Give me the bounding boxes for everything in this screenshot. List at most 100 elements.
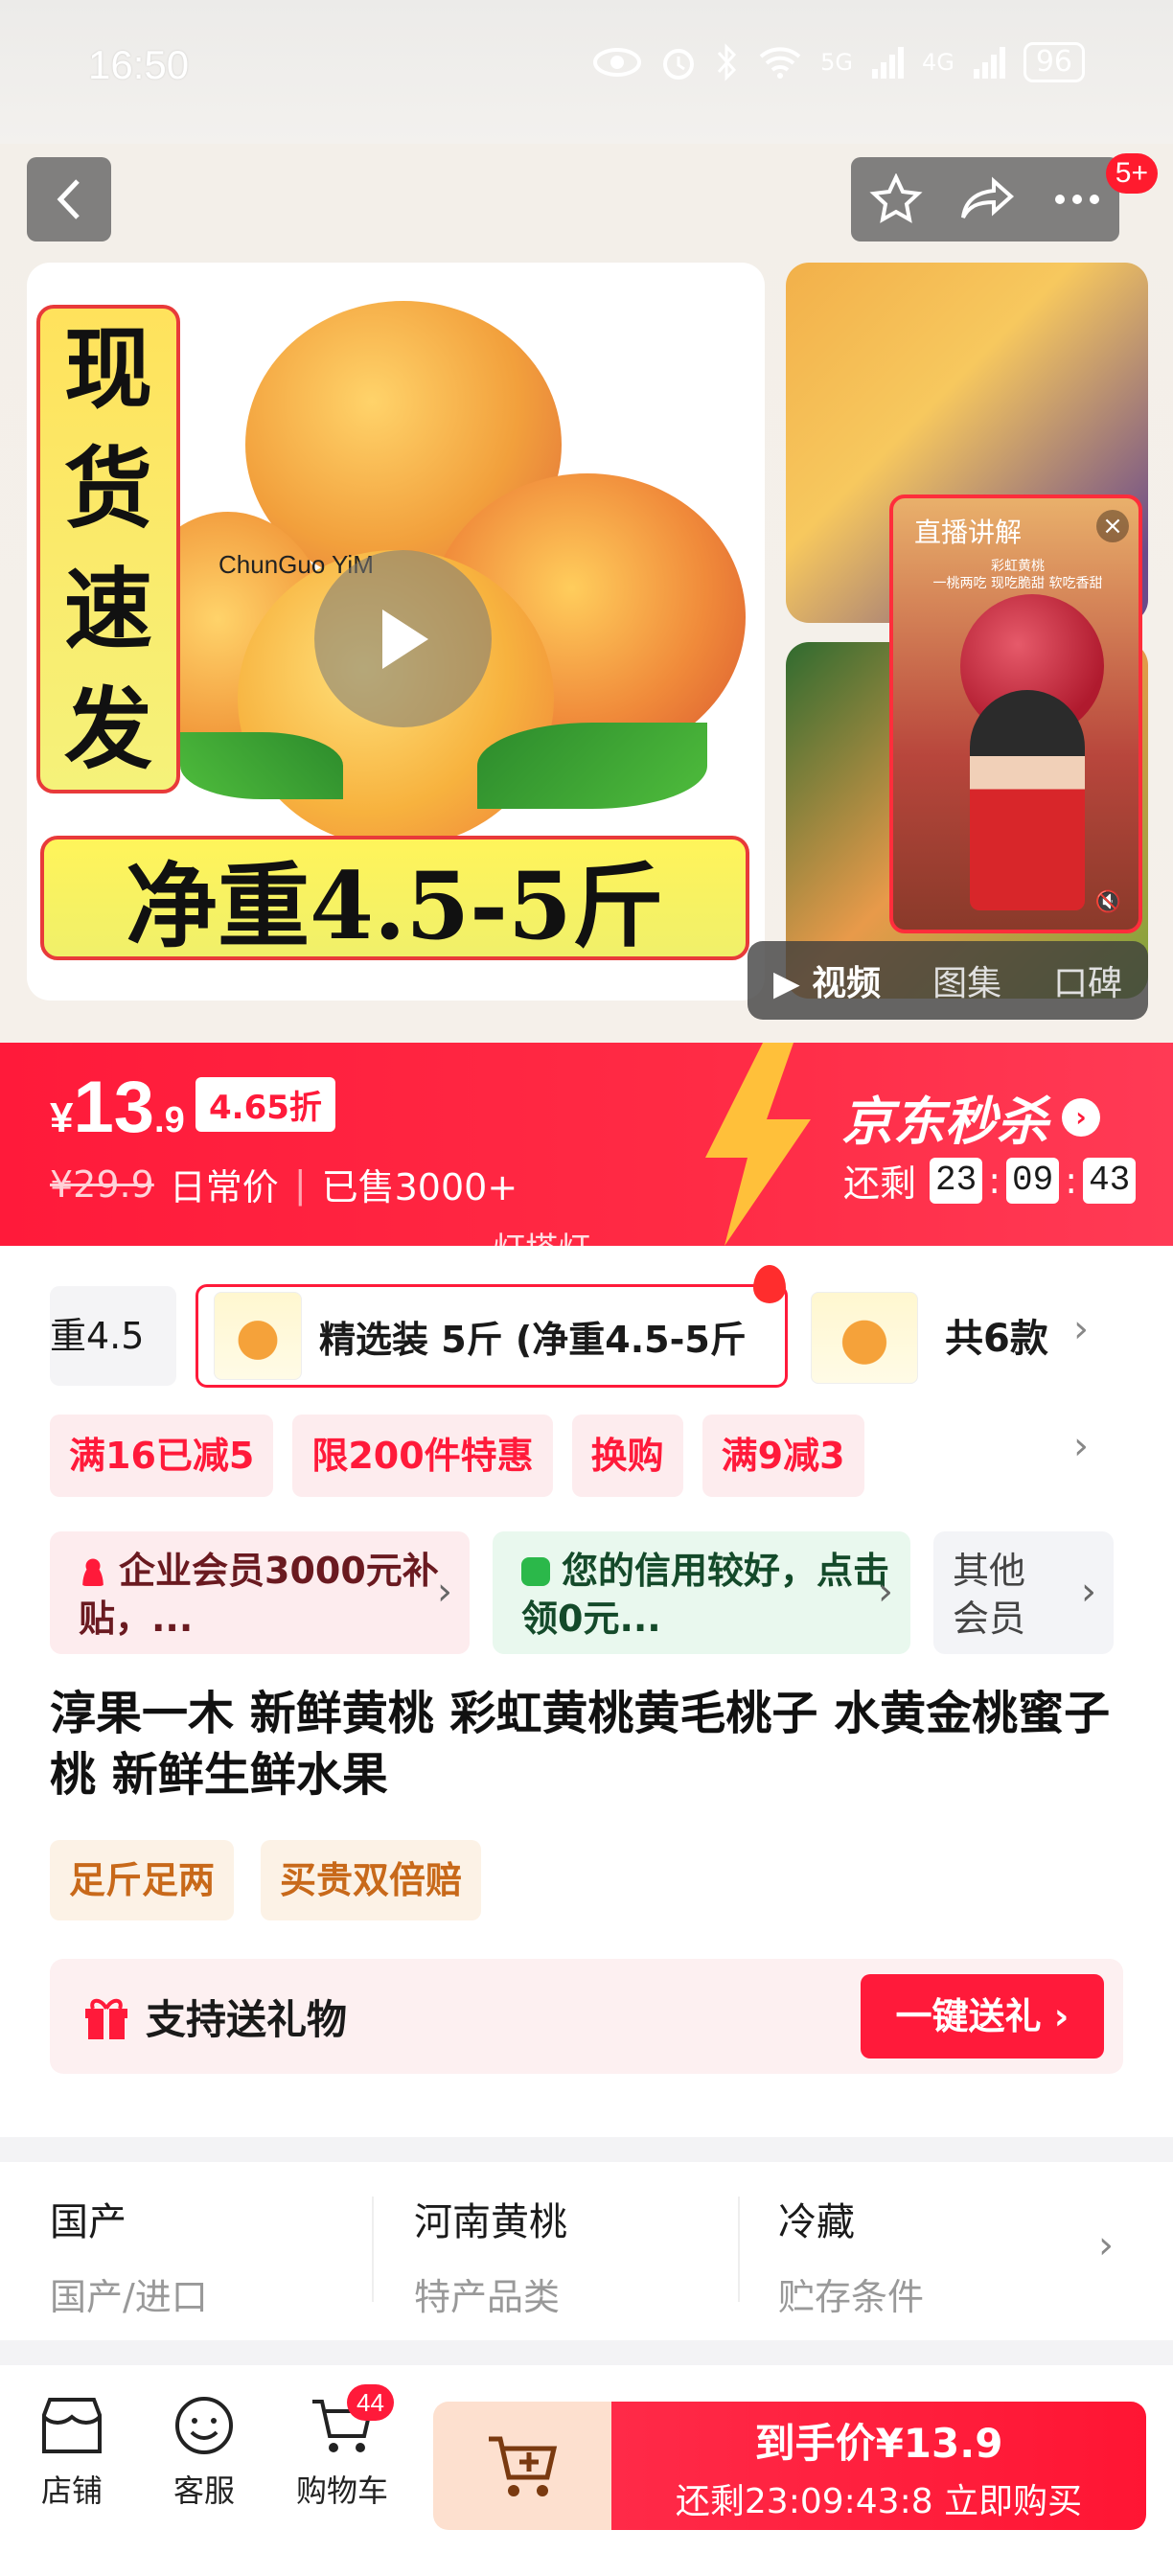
final-price: ¥13.9 <box>875 2420 1003 2467</box>
gift-icon <box>85 1998 127 2039</box>
chevron-right-icon: › <box>1098 2223 1114 2267</box>
tab-reviews[interactable]: 口碑 <box>1053 955 1122 1005</box>
guarantee-tags: 足斤足两 买贵双倍赔 <box>50 1840 482 1920</box>
leaf-image <box>477 723 707 809</box>
user-icon <box>79 1557 107 1586</box>
chevron-right-icon: › <box>1062 1097 1100 1137</box>
promo-tag-3[interactable]: 换购 <box>571 1414 683 1497</box>
status-icons: 5G 4G 96 <box>592 42 1085 82</box>
status-bar: 16:50 5G 4G 96 <box>0 0 1173 144</box>
sku-selected-label: 精选装 5斤 (净重4.5-5斤 <box>319 1318 747 1361</box>
add-to-cart-button[interactable] <box>433 2402 613 2530</box>
seckill-link[interactable]: 京东秒杀 › <box>841 1079 1100 1155</box>
5g-signal-icon: 5G <box>820 49 853 76</box>
banner-char: 货 <box>63 437 152 541</box>
promo-tag-2[interactable]: 限200件特惠 <box>292 1414 553 1497</box>
signal-bars-icon <box>871 47 904 79</box>
credit-benefit-card[interactable]: 您的信用较好，点击领0元... › <box>493 1531 910 1654</box>
play-video-button[interactable] <box>314 550 492 727</box>
alarm-icon <box>663 49 695 80</box>
seckill-title: 京东秒杀 <box>841 1092 1048 1152</box>
mute-icon[interactable]: 🔇 <box>1095 890 1121 914</box>
divider: | <box>293 1162 307 1206</box>
sku-count[interactable]: 共6款 <box>945 1307 1048 1363</box>
media-tabs: ▶ 视频 图集 口碑 <box>748 941 1148 1020</box>
banner-char: 速 <box>63 557 152 661</box>
attribute-value: 国产 <box>50 2200 126 2244</box>
attribute-storage: 冷藏 贮存条件 <box>778 2191 924 2320</box>
price-decimal: .9 <box>154 1100 185 1140</box>
chevron-right-icon[interactable]: › <box>1073 1307 1089 1351</box>
banner-char: 发 <box>63 678 152 782</box>
cart-button[interactable]: 购物车 44 <box>280 2384 404 2511</box>
sku-option-selected[interactable]: 精选装 5斤 (净重4.5-5斤 <box>196 1284 788 1388</box>
tab-video[interactable]: ▶ 视频 <box>773 955 881 1005</box>
sku-selector: 重4.5 精选装 5斤 (净重4.5-5斤 共6款 › <box>0 1265 1173 1390</box>
live-host-image <box>970 690 1085 910</box>
close-icon[interactable]: × <box>1096 510 1129 542</box>
promo-tag[interactable]: 满16已减5 <box>50 1414 274 1497</box>
store-button[interactable]: 店铺 <box>10 2394 134 2511</box>
live-subtitle-line: 彩虹黄桃 <box>991 559 1045 574</box>
bottom-action-bar: 店铺 客服 购物车 44 到手价¥13.9 还剩23:09:43:8 立即购买 <box>0 2365 1173 2576</box>
other-member-card[interactable]: 其他会员 › <box>933 1531 1114 1654</box>
countdown-seconds: 43 <box>1083 1157 1137 1204</box>
enterprise-member-card[interactable]: 企业会员3000元补贴，... › <box>50 1531 470 1654</box>
favorite-star-icon[interactable] <box>869 173 923 225</box>
back-button[interactable] <box>27 157 111 242</box>
promo-tag-4[interactable]: 满9减3 <box>702 1414 864 1497</box>
countdown-label: 还剩 <box>843 1162 917 1205</box>
buy-countdown-line: 还剩23:09:43:8 立即购买 <box>611 2473 1146 2523</box>
sku-option-prev[interactable]: 重4.5 <box>50 1286 176 1386</box>
buy-now-button[interactable]: 到手价¥13.9 还剩23:09:43:8 立即购买 <box>611 2402 1146 2530</box>
live-title: 直播讲解 <box>914 517 1023 548</box>
guarantee-tag[interactable]: 足斤足两 <box>50 1840 235 1920</box>
main-product-image[interactable]: 现 货 速 发 ChunGuo YiM 净重4.5-5斤 <box>27 263 765 1000</box>
credit-benefit-text: 您的信用较好，点击领0元... <box>521 1550 890 1640</box>
shopping-bag-icon <box>521 1557 550 1586</box>
attribute-value: 冷藏 <box>778 2200 855 2244</box>
current-price: ¥13.9 <box>50 1066 185 1149</box>
sku-option-next[interactable] <box>811 1292 918 1384</box>
attribute-key: 国产/进口 <box>50 2276 208 2318</box>
final-price-label: 到手价 <box>754 2420 876 2467</box>
send-gift-button[interactable]: 一键送礼 › <box>861 1974 1104 2058</box>
live-subtitle-line: 一桃两吃 现吃脆甜 软吃香甜 <box>932 576 1103 591</box>
live-subtitle: 彩虹黄桃 一桃两吃 现吃脆甜 软吃香甜 <box>912 558 1123 592</box>
signal-bars-icon-2 <box>973 47 1005 79</box>
watermark-text: 灯塔灯 <box>493 1223 590 1246</box>
original-price: ¥29.9 <box>50 1162 154 1206</box>
notification-badge: 5+ <box>1105 153 1158 194</box>
tab-gallery[interactable]: 图集 <box>932 955 1001 1005</box>
discount-badge: 4.65折 <box>196 1077 335 1132</box>
bluetooth-icon <box>717 43 737 81</box>
store-icon <box>42 2398 102 2453</box>
top-action-group <box>851 157 1119 242</box>
more-icon[interactable] <box>1053 193 1101 206</box>
sku-thumbnail <box>214 1292 302 1380</box>
attribute-origin: 国产 国产/进口 <box>50 2191 208 2320</box>
attribute-key: 贮存条件 <box>778 2276 925 2318</box>
original-price-label: 日常价 <box>169 1166 279 1208</box>
countdown-minutes: 09 <box>1006 1157 1060 1204</box>
divider <box>738 2196 740 2302</box>
share-icon[interactable] <box>959 175 1017 223</box>
promo-more-chevron-icon[interactable]: › <box>1073 1424 1089 1468</box>
product-info-panel: 重4.5 精选装 5斤 (净重4.5-5斤 共6款 › 满16已减5 限200件… <box>0 1246 1173 2137</box>
product-attributes[interactable]: 国产 国产/进口 河南黄桃 特产品类 冷藏 贮存条件 › <box>0 2162 1173 2340</box>
buy-action-label: 立即购买 <box>944 2482 1083 2521</box>
member-benefits: 企业会员3000元补贴，... › 您的信用较好，点击领0元... › 其他会员… <box>50 1531 1114 1654</box>
guarantee-tag-2[interactable]: 买贵双倍赔 <box>261 1840 482 1920</box>
product-gallery: 5+ 现 货 速 发 ChunGuo YiM 净重4.5-5斤 直播讲解 × 彩… <box>0 144 1173 1045</box>
chevron-right-icon: › <box>437 1570 452 1614</box>
service-button[interactable]: 客服 <box>142 2394 266 2511</box>
status-time: 16:50 <box>88 42 190 87</box>
product-title: 淳果一木 新鲜黄桃 彩虹黄桃黄毛桃子 水黄金桃蜜子桃 新鲜生鲜水果 <box>50 1687 1111 1802</box>
gift-bar: 支持送礼物 一键送礼 › <box>50 1959 1123 2074</box>
price-integer: 13 <box>73 1067 155 1148</box>
seckill-countdown: 还剩 23: 09: 43 <box>843 1154 1137 1207</box>
live-explain-popup[interactable]: 直播讲解 × 彩虹黄桃 一桃两吃 现吃脆甜 软吃香甜 🔇 <box>889 494 1142 933</box>
play-icon <box>381 609 428 669</box>
net-weight-banner: 净重4.5-5斤 <box>40 836 749 960</box>
divider <box>372 2196 374 2302</box>
